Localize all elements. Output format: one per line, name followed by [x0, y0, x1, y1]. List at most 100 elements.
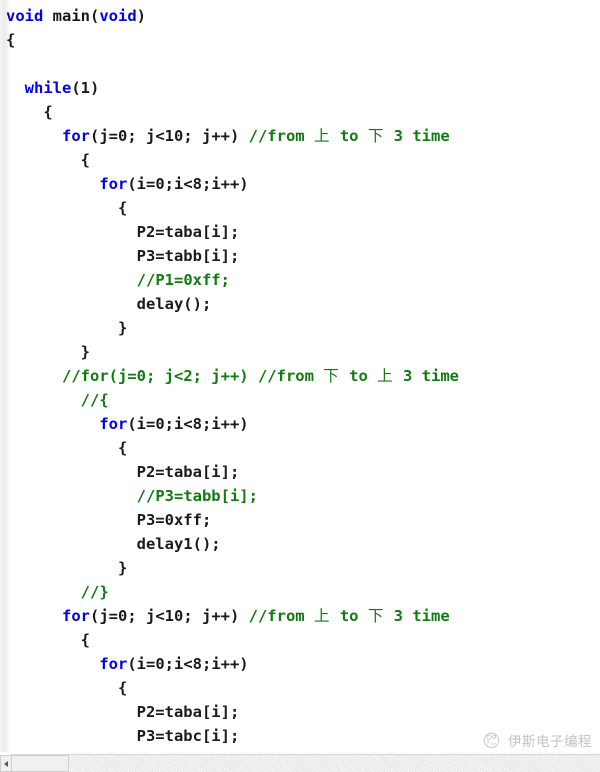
- code-line: delay();: [0, 292, 459, 316]
- code-token-com: to: [339, 367, 378, 385]
- code-token-cjk: 下: [323, 367, 340, 385]
- code-token-cjk: 下: [367, 127, 385, 145]
- code-token-txt: ): [136, 7, 146, 25]
- code-line: P3=tabb[i];: [0, 244, 459, 268]
- code-token-txt: {: [6, 103, 53, 121]
- code-line: {: [0, 196, 459, 220]
- code-token-com: 3 time: [384, 607, 450, 625]
- code-line: for(i=0;i<8;i++): [0, 652, 459, 676]
- scrollbar-track[interactable]: [11, 754, 600, 772]
- code-token-cjk: 上: [313, 127, 331, 145]
- code-token-txt: {: [6, 679, 128, 697]
- code-token-txt: main(: [43, 7, 100, 25]
- code-editor-pane[interactable]: void main(void){ while(1) { for(j=0; j<1…: [0, 0, 600, 752]
- code-line: for(i=0;i<8;i++): [0, 412, 459, 436]
- code-token-com: //from: [248, 607, 314, 625]
- code-token-txt: P3=tabb[i];: [6, 247, 240, 265]
- code-token-txt: (j=0; j<10; j++): [90, 127, 249, 145]
- code-token-cjk: 上: [377, 367, 394, 385]
- code-line: void main(void): [0, 4, 459, 28]
- code-line: delay1();: [0, 532, 459, 556]
- code-line: P2=taba[i];: [0, 700, 459, 724]
- code-line: for(j=0; j<10; j++) //from 上 to 下 3 time: [0, 124, 459, 148]
- code-token-txt: (i=0;i<8;i++): [127, 655, 249, 673]
- code-line: for(i=0;i<8;i++): [0, 172, 459, 196]
- code-line: //{: [0, 388, 459, 412]
- code-line: {: [0, 436, 459, 460]
- code-token-com: 3 time: [384, 127, 450, 145]
- code-token-txt: {: [6, 439, 128, 457]
- scrollbar-thumb[interactable]: [11, 755, 69, 772]
- code-line: }: [0, 556, 459, 580]
- code-token-com: //P1=0xff;: [136, 271, 230, 289]
- code-line: //for(j=0; j<2; j++) //from 下 to 上 3 tim…: [0, 364, 459, 388]
- code-line: for(j=0; j<10; j++) //from 上 to 下 3 time: [0, 604, 459, 628]
- code-token-kw: void: [6, 7, 44, 25]
- code-line: P3=tabc[i];: [0, 724, 459, 748]
- code-token-txt: }: [6, 319, 128, 337]
- code-token-txt: P3=0xff;: [6, 511, 212, 529]
- code-token-txt: {: [6, 199, 128, 217]
- code-line: {: [0, 628, 459, 652]
- code-token-txt: (j=0; j<10; j++): [90, 607, 249, 625]
- code-token-txt: }: [6, 559, 128, 577]
- code-token-kw: void: [99, 7, 137, 25]
- code-token-com: //}: [80, 583, 109, 601]
- code-token-kw: for: [99, 655, 128, 673]
- code-token-txt: {: [6, 631, 90, 649]
- code-token-com: 3 time: [393, 367, 459, 385]
- code-token-com: //for(j=0; j<2; j++) //from: [62, 367, 324, 385]
- code-line: }: [0, 340, 459, 364]
- code-token-txt: (i=0;i<8;i++): [127, 175, 249, 193]
- code-token-txt: P2=taba[i];: [6, 223, 240, 241]
- code-line: {: [0, 100, 459, 124]
- code-token-cjk: 上: [313, 607, 331, 625]
- code-token-txt: (1): [71, 79, 100, 97]
- code-line: P2=taba[i];: [0, 220, 459, 244]
- code-line: {: [0, 28, 459, 52]
- code-line: //P1=0xff;: [0, 268, 459, 292]
- code-token-txt: delay();: [6, 295, 212, 313]
- code-listing: void main(void){ while(1) { for(j=0; j<1…: [0, 4, 459, 752]
- code-token-com: to: [330, 127, 368, 145]
- code-line: {: [0, 676, 459, 700]
- code-token-txt: P2=taba[i];: [6, 463, 240, 481]
- code-token-txt: {: [6, 31, 16, 49]
- code-token-com: to: [330, 607, 368, 625]
- code-line: }: [0, 316, 459, 340]
- code-token-com: //from: [248, 127, 314, 145]
- horizontal-scrollbar[interactable]: [0, 752, 600, 772]
- code-token-kw: while: [24, 79, 72, 97]
- code-line: P3=0xff;: [0, 508, 459, 532]
- code-line: P2=taba[i];: [0, 460, 459, 484]
- code-token-kw: for: [99, 415, 128, 433]
- code-token-txt: {: [6, 151, 90, 169]
- code-token-com: //{: [80, 391, 109, 409]
- code-token-txt: }: [6, 343, 90, 361]
- code-token-com: //P3=tabb[i];: [136, 487, 258, 505]
- code-token-kw: for: [99, 175, 128, 193]
- code-line: //P3=tabb[i];: [0, 484, 459, 508]
- code-token-kw: for: [62, 607, 90, 625]
- code-token-txt: P3=tabc[i];: [6, 727, 240, 745]
- code-line: {: [0, 148, 459, 172]
- code-token-txt: P2=taba[i];: [6, 703, 240, 721]
- code-token-txt: (i=0;i<8;i++): [127, 415, 249, 433]
- code-token-txt: delay1();: [6, 535, 221, 553]
- scroll-left-button[interactable]: [0, 755, 11, 772]
- code-token-cjk: 下: [367, 607, 385, 625]
- code-token-kw: for: [62, 127, 90, 145]
- code-line: //}: [0, 580, 459, 604]
